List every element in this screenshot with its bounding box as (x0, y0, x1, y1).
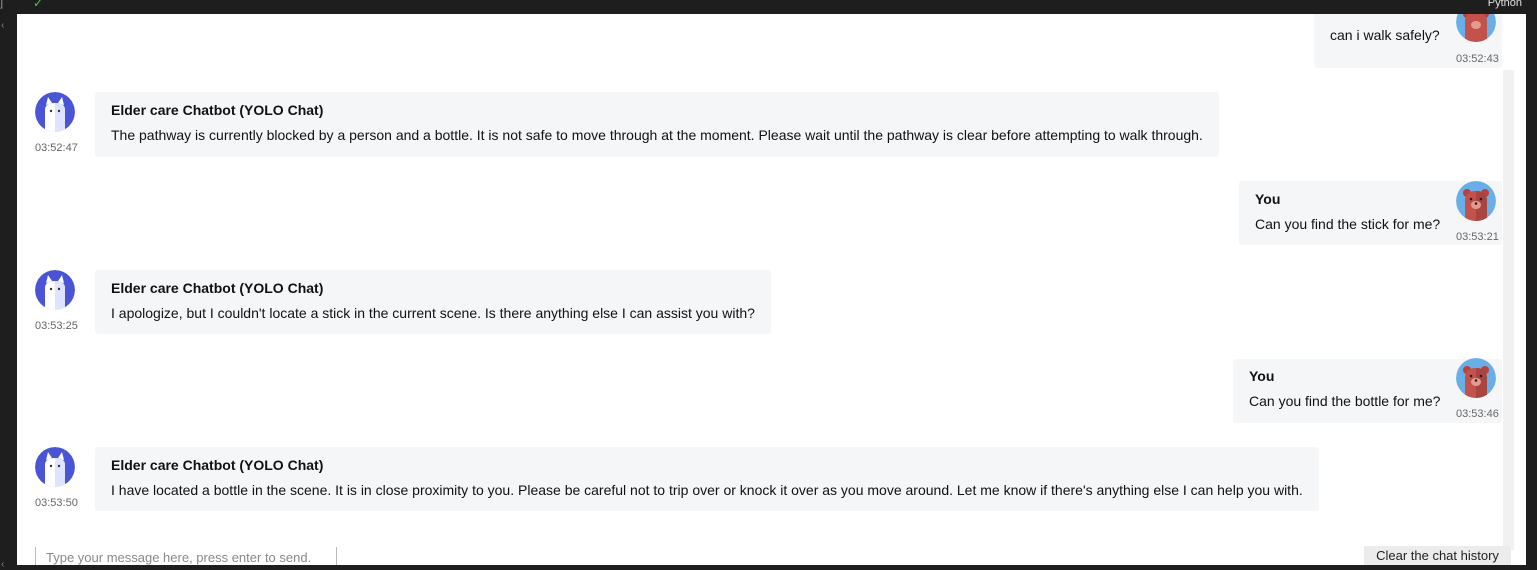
bot-message-bubble: Elder care Chatbot (YOLO Chat) I have lo… (95, 447, 1319, 511)
user-avatar-bear-icon (1456, 181, 1496, 221)
message-input[interactable] (44, 548, 336, 565)
message-input-container (35, 547, 337, 565)
user-avatar-bear-icon (1456, 358, 1496, 398)
bot-avatar-cat-icon (35, 447, 75, 487)
bot-message-bubble: Elder care Chatbot (YOLO Chat) I apologi… (95, 270, 771, 334)
sender-name: You (1249, 368, 1275, 384)
sender-name: Elder care Chatbot (YOLO Chat) (111, 102, 324, 118)
gutter-marker: ‹ (1, 20, 5, 31)
clear-history-button[interactable]: Clear the chat history (1364, 546, 1511, 565)
message-timestamp: 03:53:46 (1456, 408, 1499, 420)
bracket-glyph: ] (0, 0, 4, 9)
message-timestamp: 03:52:47 (35, 142, 78, 154)
language-label[interactable]: Python (1488, 0, 1522, 9)
sender-name: You (1255, 191, 1281, 207)
message-timestamp: 03:53:21 (1456, 231, 1499, 243)
bot-avatar-cat-icon (35, 92, 75, 132)
sender-name: Elder care Chatbot (YOLO Chat) (111, 457, 324, 473)
sender-name: Elder care Chatbot (YOLO Chat) (111, 280, 324, 296)
editor-gutter: ‹ ‹ (0, 14, 17, 570)
chat-scrollbar[interactable] (1503, 70, 1514, 550)
message-text: The pathway is currently blocked by a pe… (111, 127, 1203, 143)
message-timestamp: 03:53:50 (35, 497, 78, 509)
bot-message-bubble: Elder care Chatbot (YOLO Chat) The pathw… (95, 92, 1219, 157)
message-text: can i walk safely? (1330, 27, 1440, 43)
chat-panel: can i walk safely? 03:52:43 03:52:47 Eld… (17, 14, 1526, 565)
window-right-edge (1526, 14, 1537, 569)
bot-avatar-cat-icon (35, 270, 75, 310)
message-timestamp: 03:52:43 (1456, 53, 1499, 65)
message-text: Can you find the stick for me? (1255, 216, 1441, 232)
editor-top-bar: ] ✓ Python (0, 0, 1537, 14)
message-timestamp: 03:53:25 (35, 320, 78, 332)
run-success-check-icon: ✓ (33, 0, 44, 10)
message-text: Can you find the bottle for me? (1249, 393, 1441, 409)
gutter-marker: ‹ (1, 559, 5, 570)
message-text: I apologize, but I couldn't locate a sti… (111, 305, 755, 321)
message-text: I have located a bottle in the scene. It… (111, 482, 1303, 498)
